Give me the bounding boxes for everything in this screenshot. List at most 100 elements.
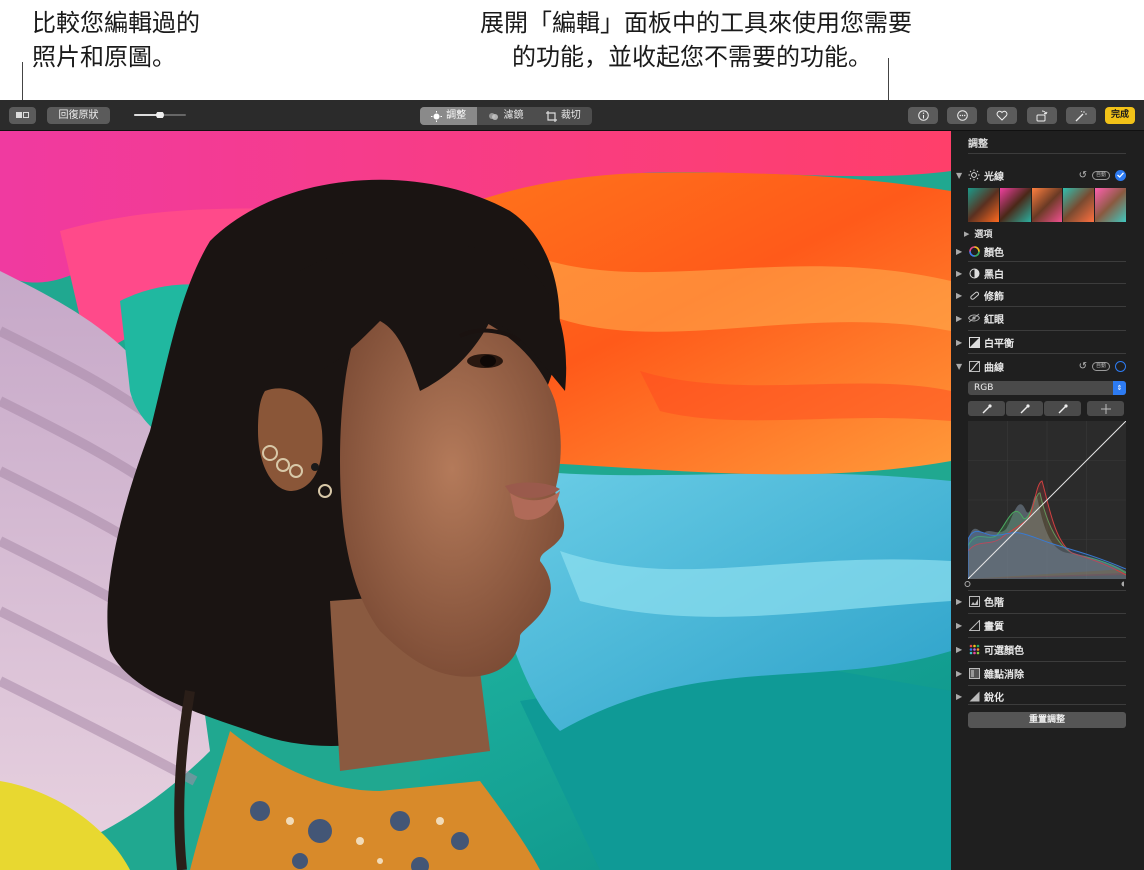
add-point-button[interactable]: [1087, 401, 1124, 416]
disclosure-closed-icon[interactable]: ▶: [956, 247, 964, 256]
zoom-slider[interactable]: [134, 112, 186, 118]
light-options-label: 選項: [974, 230, 993, 240]
disclosure-closed-icon[interactable]: ▶: [964, 230, 969, 238]
zoom-slider-knob: [156, 112, 164, 118]
section-definition[interactable]: ▶ 畫質: [956, 617, 1126, 633]
disclosure-closed-icon[interactable]: ▶: [956, 597, 964, 606]
section-selective-color[interactable]: ▶ 可選顏色: [956, 641, 1126, 657]
tab-adjust-label: 調整: [446, 110, 467, 121]
black-point-eyedropper[interactable]: [968, 401, 1005, 416]
redeye-icon: [968, 312, 980, 324]
callout-panel-line1: 展開「編輯」面板中的工具來使用您需要: [480, 9, 912, 37]
revert-button[interactable]: 回復原狀: [47, 107, 110, 124]
disclosure-closed-icon[interactable]: ▶: [956, 291, 964, 300]
crop-icon: [545, 110, 557, 122]
divider: [968, 613, 1126, 614]
section-levels-label: 色階: [984, 597, 1004, 609]
divider: [968, 353, 1126, 354]
divider: [968, 153, 1126, 154]
light-thumbnail[interactable]: [968, 188, 999, 222]
reset-adjustments-button[interactable]: 重置調整: [968, 712, 1126, 728]
disclosure-open-icon[interactable]: ▼: [956, 171, 964, 180]
undo-icon[interactable]: ↺: [1079, 170, 1087, 181]
section-selective-color-label: 可選顏色: [984, 645, 1024, 657]
mid-point-eyedropper[interactable]: [1006, 401, 1043, 416]
undo-icon[interactable]: ↺: [1079, 361, 1087, 372]
definition-icon: [968, 619, 980, 631]
compare-icon-outline: [23, 112, 29, 118]
section-light-label: 光線: [984, 171, 1004, 183]
channel-select[interactable]: RGB ⇕: [968, 381, 1126, 395]
disclosure-closed-icon[interactable]: ▶: [956, 314, 964, 323]
photo-canvas: [0, 131, 951, 870]
section-sharpen-label: 銳化: [984, 692, 1004, 704]
bandage-icon: [968, 289, 980, 301]
disclosure-closed-icon[interactable]: ▶: [956, 621, 964, 630]
tab-filters[interactable]: 濾鏡: [477, 107, 534, 125]
light-options[interactable]: ▶ 選項: [964, 227, 993, 241]
divider: [968, 685, 1126, 686]
sharpen-icon: [968, 690, 980, 702]
disclosure-closed-icon[interactable]: ▶: [956, 338, 964, 347]
auto-button[interactable]: 自動: [1092, 361, 1110, 371]
heart-icon: [996, 110, 1008, 121]
black-point-handle[interactable]: [964, 581, 971, 587]
enhance-icon: [1075, 110, 1087, 121]
callout-compare-line1: 比較您編輯過的: [32, 9, 200, 37]
filters-icon: [489, 112, 499, 120]
light-thumbnail[interactable]: [1031, 188, 1063, 222]
compare-button[interactable]: [9, 107, 36, 124]
section-color[interactable]: ▶ 顏色: [956, 243, 1126, 259]
sun-icon: [968, 169, 980, 181]
favorite-button[interactable]: [987, 107, 1017, 124]
section-redeye[interactable]: ▶ 紅眼: [956, 310, 1126, 326]
eyedropper-icon: [1058, 403, 1068, 413]
section-white-balance-label: 白平衡: [984, 338, 1014, 350]
updown-chevron-icon: ⇕: [1113, 381, 1126, 395]
light-thumbnail[interactable]: [1063, 188, 1095, 222]
auto-button[interactable]: 自動: [1092, 170, 1110, 180]
more-button[interactable]: [947, 107, 977, 124]
enabled-check-icon[interactable]: [1115, 169, 1126, 181]
panel-title: 調整: [968, 139, 988, 150]
section-bw[interactable]: ▶ 黑白: [956, 265, 1126, 281]
noise-icon: [968, 667, 980, 679]
rotate-button[interactable]: [1027, 107, 1057, 124]
section-retouch[interactable]: ▶ 修飾: [956, 287, 1126, 303]
compare-icon: [16, 112, 22, 118]
info-button[interactable]: [908, 107, 938, 124]
divider: [968, 590, 1126, 591]
curve-endpoints: [964, 581, 1125, 587]
section-curves[interactable]: ▼ 曲線 ↺ 自動: [956, 358, 1126, 374]
section-noise-reduction[interactable]: ▶ 雜點消除: [956, 665, 1126, 681]
disclosure-closed-icon[interactable]: ▶: [956, 269, 964, 278]
curves-graph[interactable]: [968, 421, 1126, 579]
bw-circle-icon: [968, 267, 980, 279]
white-point-eyedropper[interactable]: [1044, 401, 1081, 416]
levels-icon: [968, 595, 980, 607]
callout-panel: 展開「編輯」面板中的工具來使用您需要 的功能，並收起您不需要的功能。: [392, 6, 912, 74]
rotate-icon: [1036, 110, 1048, 121]
section-retouch-label: 修飾: [984, 291, 1004, 303]
section-levels[interactable]: ▶ 色階: [956, 593, 1126, 609]
white-point-handle[interactable]: [1121, 581, 1125, 587]
disclosure-closed-icon[interactable]: ▶: [956, 669, 964, 678]
section-sharpen[interactable]: ▶ 銳化: [956, 688, 1126, 704]
enhance-button[interactable]: [1066, 107, 1096, 124]
tab-crop[interactable]: 裁切: [535, 107, 592, 125]
section-white-balance[interactable]: ▶ 白平衡: [956, 334, 1126, 350]
disclosure-closed-icon[interactable]: ▶: [956, 692, 964, 701]
disclosure-open-icon[interactable]: ▼: [956, 362, 964, 371]
light-thumbnail[interactable]: [1095, 188, 1126, 222]
more-icon: [956, 110, 968, 121]
light-thumbnail[interactable]: [999, 188, 1031, 222]
section-light[interactable]: ▼ 光線 ↺ 自動: [956, 167, 1126, 183]
info-icon: [917, 110, 929, 121]
crosshair-icon: [1100, 403, 1111, 414]
adjust-panel: 調整 ▼ 光線 ↺ 自動 ▶ 選項 ▶ 顏色 ▶ 黑白 ▶ 修飾 ▶ 紅眼 ▶ …: [951, 131, 1144, 870]
tab-adjust[interactable]: 調整: [420, 107, 478, 125]
divider: [968, 704, 1126, 705]
enable-toggle-icon[interactable]: [1115, 360, 1126, 372]
done-button[interactable]: 完成: [1105, 107, 1135, 124]
disclosure-closed-icon[interactable]: ▶: [956, 645, 964, 654]
